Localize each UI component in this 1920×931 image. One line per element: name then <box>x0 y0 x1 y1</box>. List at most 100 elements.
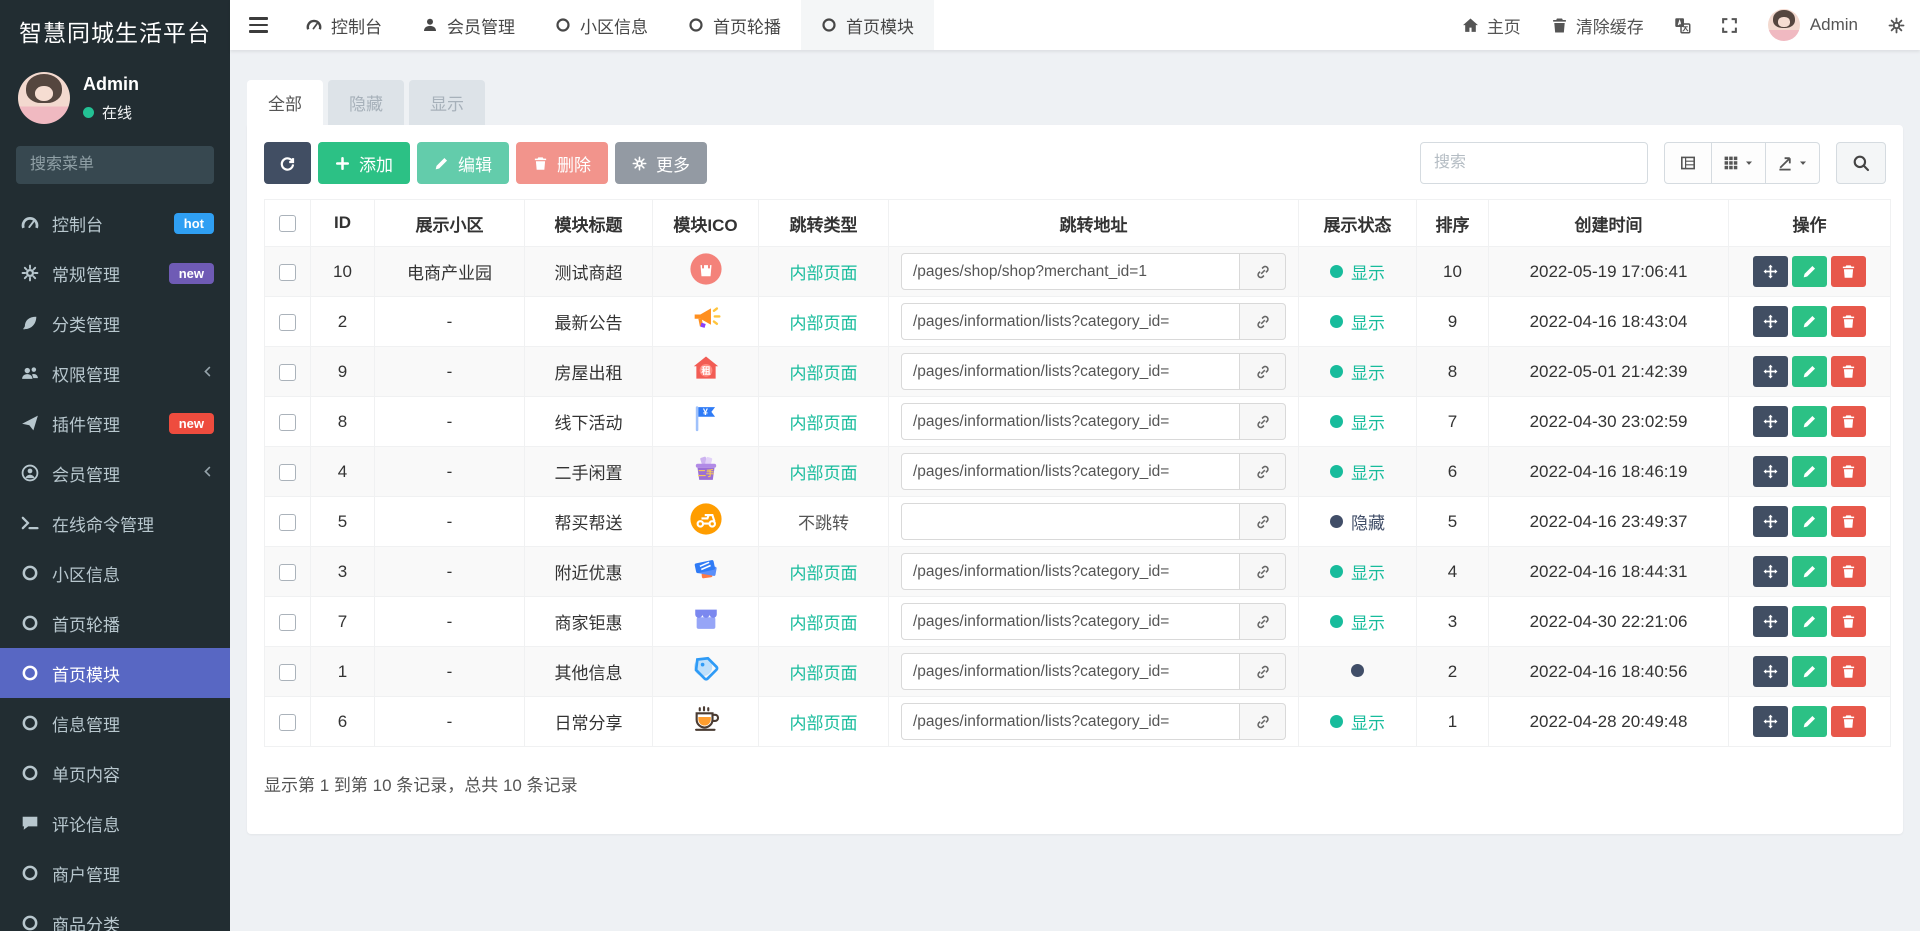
language-button[interactable] <box>1659 0 1706 50</box>
topnav-tab-首页模块[interactable]: 首页模块 <box>801 0 934 50</box>
sidebar-item-首页模块[interactable]: 首页模块 <box>0 648 230 698</box>
table-search-input[interactable] <box>1420 142 1648 184</box>
sidebar-item-首页轮播[interactable]: 首页轮播 <box>0 598 230 648</box>
move-button[interactable] <box>1753 656 1788 687</box>
link-button[interactable] <box>1240 603 1286 640</box>
user-menu[interactable]: Admin <box>1753 0 1873 50</box>
row-checkbox[interactable] <box>279 263 296 281</box>
move-button[interactable] <box>1753 606 1788 637</box>
export-button[interactable] <box>1766 142 1820 184</box>
link-button[interactable] <box>1240 503 1286 540</box>
detail-view-button[interactable] <box>1664 142 1712 184</box>
refresh-button[interactable] <box>264 142 311 184</box>
sidebar-search-input[interactable] <box>16 146 214 184</box>
link-button[interactable] <box>1240 353 1286 390</box>
sidebar-item-商户管理[interactable]: 商户管理 <box>0 848 230 898</box>
row-edit-button[interactable] <box>1792 706 1827 737</box>
row-checkbox[interactable] <box>279 513 296 531</box>
sidebar-item-分类管理[interactable]: 分类管理 <box>0 298 230 348</box>
row-checkbox[interactable] <box>279 463 296 481</box>
columns-button[interactable] <box>1712 142 1766 184</box>
sidebar-item-权限管理[interactable]: 权限管理 <box>0 348 230 398</box>
sidebar-item-单页内容[interactable]: 单页内容 <box>0 748 230 798</box>
more-button[interactable]: 更多 <box>615 142 707 184</box>
move-button[interactable] <box>1753 456 1788 487</box>
row-delete-button[interactable] <box>1831 506 1866 537</box>
link-button[interactable] <box>1240 403 1286 440</box>
link-button[interactable] <box>1240 653 1286 690</box>
row-checkbox[interactable] <box>279 663 296 681</box>
topnav-tab-会员管理[interactable]: 会员管理 <box>402 0 535 50</box>
settings-button[interactable] <box>1873 0 1920 50</box>
jump-url-input[interactable] <box>901 553 1240 590</box>
row-delete-button[interactable] <box>1831 606 1866 637</box>
jump-url-input[interactable] <box>901 703 1240 740</box>
jump-url-input[interactable] <box>901 653 1240 690</box>
row-edit-button[interactable] <box>1792 656 1827 687</box>
topnav-tab-控制台[interactable]: 控制台 <box>286 0 402 50</box>
sidebar-item-插件管理[interactable]: 插件管理 new <box>0 398 230 448</box>
row-delete-button[interactable] <box>1831 456 1866 487</box>
move-button[interactable] <box>1753 706 1788 737</box>
jump-url-input[interactable] <box>901 453 1240 490</box>
move-button[interactable] <box>1753 306 1788 337</box>
row-edit-button[interactable] <box>1792 306 1827 337</box>
row-checkbox[interactable] <box>279 713 296 731</box>
row-edit-button[interactable] <box>1792 406 1827 437</box>
fullscreen-button[interactable] <box>1706 0 1753 50</box>
row-checkbox[interactable] <box>279 413 296 431</box>
sidebar-item-常规管理[interactable]: 常规管理 new <box>0 248 230 298</box>
row-edit-button[interactable] <box>1792 456 1827 487</box>
jump-url-input[interactable] <box>901 503 1240 540</box>
clear-cache-button[interactable]: 清除缓存 <box>1536 0 1659 50</box>
link-button[interactable] <box>1240 703 1286 740</box>
topnav-tab-首页轮播[interactable]: 首页轮播 <box>668 0 801 50</box>
delete-button[interactable]: 删除 <box>516 142 608 184</box>
row-edit-button[interactable] <box>1792 556 1827 587</box>
row-delete-button[interactable] <box>1831 256 1866 287</box>
link-button[interactable] <box>1240 253 1286 290</box>
jump-url-input[interactable] <box>901 353 1240 390</box>
sidebar-item-控制台[interactable]: 控制台 hot <box>0 198 230 248</box>
link-button[interactable] <box>1240 303 1286 340</box>
filter-tab-隐藏[interactable]: 隐藏 <box>328 80 404 125</box>
row-delete-button[interactable] <box>1831 306 1866 337</box>
row-edit-button[interactable] <box>1792 256 1827 287</box>
jump-url-input[interactable] <box>901 253 1240 290</box>
filter-tab-显示[interactable]: 显示 <box>409 80 485 125</box>
topnav-tab-小区信息[interactable]: 小区信息 <box>535 0 668 50</box>
sidebar-item-商品分类[interactable]: 商品分类 <box>0 898 230 931</box>
jump-url-input[interactable] <box>901 403 1240 440</box>
row-edit-button[interactable] <box>1792 606 1827 637</box>
sidebar-item-在线命令管理[interactable]: 在线命令管理 <box>0 498 230 548</box>
row-checkbox[interactable] <box>279 363 296 381</box>
row-delete-button[interactable] <box>1831 356 1866 387</box>
add-button[interactable]: 添加 <box>318 142 410 184</box>
jump-url-input[interactable] <box>901 603 1240 640</box>
sidebar-item-信息管理[interactable]: 信息管理 <box>0 698 230 748</box>
move-button[interactable] <box>1753 506 1788 537</box>
sidebar-item-小区信息[interactable]: 小区信息 <box>0 548 230 598</box>
row-delete-button[interactable] <box>1831 706 1866 737</box>
row-checkbox[interactable] <box>279 613 296 631</box>
row-checkbox[interactable] <box>279 313 296 331</box>
sidebar-item-会员管理[interactable]: 会员管理 <box>0 448 230 498</box>
row-edit-button[interactable] <box>1792 356 1827 387</box>
sidebar-item-评论信息[interactable]: 评论信息 <box>0 798 230 848</box>
link-button[interactable] <box>1240 453 1286 490</box>
row-edit-button[interactable] <box>1792 506 1827 537</box>
select-all-checkbox[interactable] <box>279 215 296 233</box>
row-delete-button[interactable] <box>1831 656 1866 687</box>
move-button[interactable] <box>1753 406 1788 437</box>
row-delete-button[interactable] <box>1831 406 1866 437</box>
filter-tab-全部[interactable]: 全部 <box>247 80 323 125</box>
search-submit-button[interactable] <box>1836 142 1886 184</box>
edit-button[interactable]: 编辑 <box>417 142 509 184</box>
jump-url-input[interactable] <box>901 303 1240 340</box>
home-link[interactable]: 主页 <box>1447 0 1536 50</box>
sidebar-toggle-button[interactable] <box>230 0 286 50</box>
move-button[interactable] <box>1753 256 1788 287</box>
row-delete-button[interactable] <box>1831 556 1866 587</box>
move-button[interactable] <box>1753 356 1788 387</box>
link-button[interactable] <box>1240 553 1286 590</box>
